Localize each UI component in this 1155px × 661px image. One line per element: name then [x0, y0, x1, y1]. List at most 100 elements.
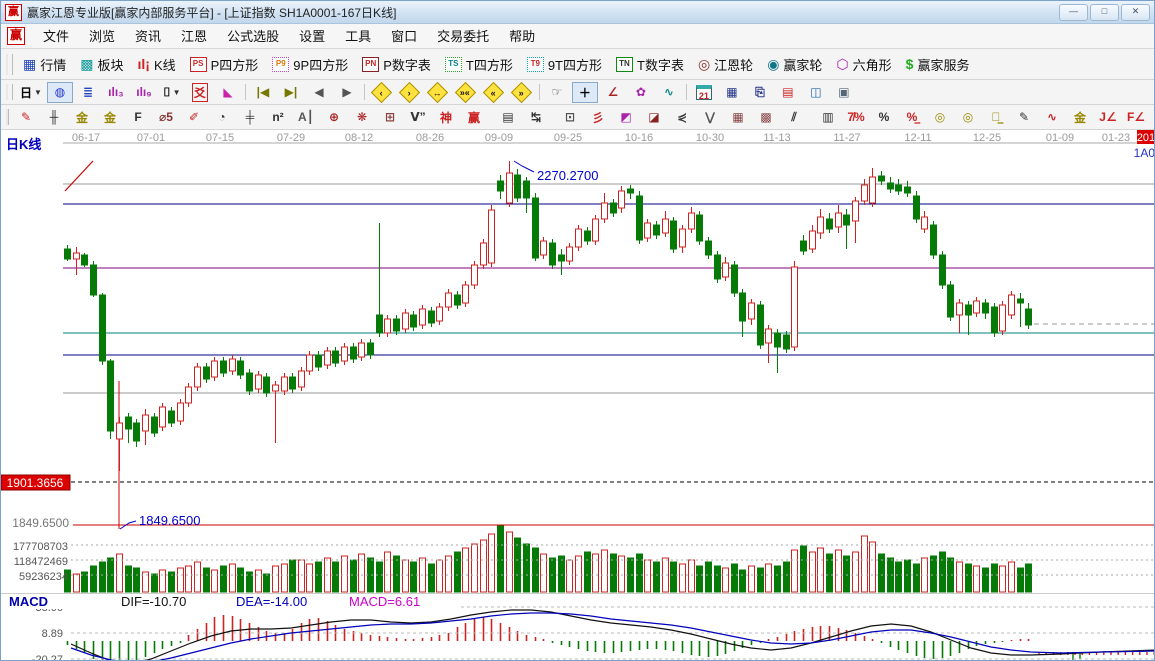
candle-body[interactable]	[455, 295, 461, 305]
candle-body[interactable]	[429, 311, 435, 323]
shift-right-button[interactable]: »	[509, 82, 535, 103]
candle-body[interactable]	[974, 301, 980, 313]
zoom-right-button[interactable]: ›	[397, 82, 423, 103]
gold-under-tool[interactable]: 金	[1067, 107, 1093, 128]
candle-body[interactable]	[931, 225, 937, 255]
candle-body[interactable]	[489, 210, 495, 263]
candle-body[interactable]	[221, 361, 227, 373]
candle-body[interactable]	[862, 185, 868, 201]
fan-box2-tool[interactable]: ◪	[641, 107, 667, 128]
zoom-left-button[interactable]: ‹	[369, 82, 395, 103]
a-line-tool[interactable]: A⎮	[293, 107, 319, 128]
candle-body[interactable]	[481, 243, 487, 265]
candle-body[interactable]	[628, 189, 634, 193]
candle-body[interactable]	[100, 295, 106, 361]
p-square-button[interactable]: PSP四方形	[183, 52, 266, 77]
k-mark-tool[interactable]: Ⅴ”	[405, 107, 431, 128]
candle-body[interactable]	[126, 417, 132, 429]
web-box-tool[interactable]: ⊞	[377, 107, 403, 128]
candle-body[interactable]	[818, 217, 824, 233]
menu-item-公式选股[interactable]: 公式选股	[217, 26, 289, 47]
candle-body[interactable]	[827, 219, 833, 229]
menu-item-资讯[interactable]: 资讯	[125, 26, 171, 47]
candle-body[interactable]	[896, 185, 902, 191]
candle-body[interactable]	[524, 181, 530, 198]
zigzag-tool[interactable]: ⋁	[697, 107, 723, 128]
candle-body[interactable]	[758, 305, 764, 345]
candle-body[interactable]	[472, 265, 478, 285]
bars9-button[interactable]: ılı₉	[131, 82, 157, 103]
candle-body[interactable]	[585, 231, 591, 241]
candle-body[interactable]	[1000, 305, 1006, 331]
candle-body[interactable]	[316, 355, 322, 367]
candle-body[interactable]	[169, 411, 175, 423]
minimize-button[interactable]: —	[1059, 4, 1088, 21]
bars3-button[interactable]: ılı₃	[103, 82, 129, 103]
gann-compass-tool[interactable]: ⊕	[321, 107, 347, 128]
candle-body[interactable]	[680, 229, 686, 247]
candle-body[interactable]	[446, 293, 452, 307]
candle-body[interactable]	[706, 241, 712, 255]
gann-net-button[interactable]: ◍	[47, 82, 73, 103]
candle-body[interactable]	[905, 187, 911, 193]
skip-start-button[interactable]: |◀	[250, 82, 276, 103]
candle-body[interactable]	[134, 423, 140, 441]
width-tool[interactable]: ↹	[523, 107, 549, 128]
candle-body[interactable]	[238, 361, 244, 375]
candle-body[interactable]	[853, 201, 859, 221]
candle-body[interactable]	[160, 407, 166, 427]
candle-body[interactable]	[732, 265, 738, 293]
candle-body[interactable]	[836, 213, 842, 227]
ying-tool[interactable]: 赢	[461, 107, 487, 128]
ruler123-tool[interactable]: ▤	[495, 107, 521, 128]
candle-body[interactable]	[498, 181, 504, 191]
candle-body[interactable]	[671, 221, 677, 249]
gold-circle-tool[interactable]: ◎	[927, 107, 953, 128]
candle-body[interactable]	[507, 173, 513, 203]
menu-item-浏览[interactable]: 浏览	[79, 26, 125, 47]
candle-body[interactable]	[515, 175, 521, 198]
winner-service-button[interactable]: $赢家服务	[899, 52, 977, 77]
menu-item-设置[interactable]: 设置	[289, 26, 335, 47]
candle-body[interactable]	[1009, 295, 1015, 315]
candle-body[interactable]	[437, 307, 443, 321]
wave-av-tool[interactable]: ∿	[1039, 107, 1065, 128]
compress-button[interactable]: »«	[453, 82, 479, 103]
brush-tool[interactable]: ✐	[181, 107, 207, 128]
candle-body[interactable]	[619, 191, 625, 208]
candle-body[interactable]	[152, 417, 158, 433]
quotes-button[interactable]: ▦行情	[16, 52, 73, 77]
candle-body[interactable]	[567, 247, 573, 261]
angle-measure-button[interactable]: ∠	[600, 82, 626, 103]
menu-item-工具[interactable]: 工具	[335, 26, 381, 47]
gold-angle-tool[interactable]: 金∠	[1151, 107, 1155, 128]
pen-tool[interactable]: ✎	[13, 107, 39, 128]
shift-left-button[interactable]: «	[481, 82, 507, 103]
candle-body[interactable]	[559, 255, 565, 261]
candle-body[interactable]	[108, 361, 114, 431]
notebook-button[interactable]: ⎘	[747, 82, 773, 103]
candle-body[interactable]	[256, 375, 262, 389]
candle-body[interactable]	[143, 415, 149, 431]
candle-body[interactable]	[784, 335, 790, 349]
menu-item-交易委托[interactable]: 交易委托	[427, 26, 499, 47]
crosshair-button[interactable]: ＋	[572, 82, 598, 103]
candle-body[interactable]	[740, 293, 746, 321]
price-ruler-tool[interactable]: ▥	[815, 107, 841, 128]
candle-body[interactable]	[299, 371, 305, 387]
calculator-button[interactable]: ▦	[719, 82, 745, 103]
percent-tool[interactable]: %	[871, 107, 897, 128]
gold-comb2-tool[interactable]: 金	[97, 107, 123, 128]
candle-body[interactable]	[723, 263, 729, 277]
close-button[interactable]: ✕	[1121, 4, 1150, 21]
candle-body[interactable]	[359, 343, 365, 357]
toolbar-grip[interactable]	[6, 54, 13, 75]
candle-body[interactable]	[888, 183, 894, 189]
hexagon-button[interactable]: ⬡六角形	[829, 52, 898, 77]
candle-body[interactable]	[377, 315, 383, 333]
candle-body[interactable]	[879, 176, 885, 181]
candle-body[interactable]	[82, 255, 88, 265]
menu-item-帮助[interactable]: 帮助	[499, 26, 545, 47]
t-number-button[interactable]: TNT数字表	[609, 52, 691, 77]
grid-star-tool[interactable]: ▦	[725, 107, 751, 128]
